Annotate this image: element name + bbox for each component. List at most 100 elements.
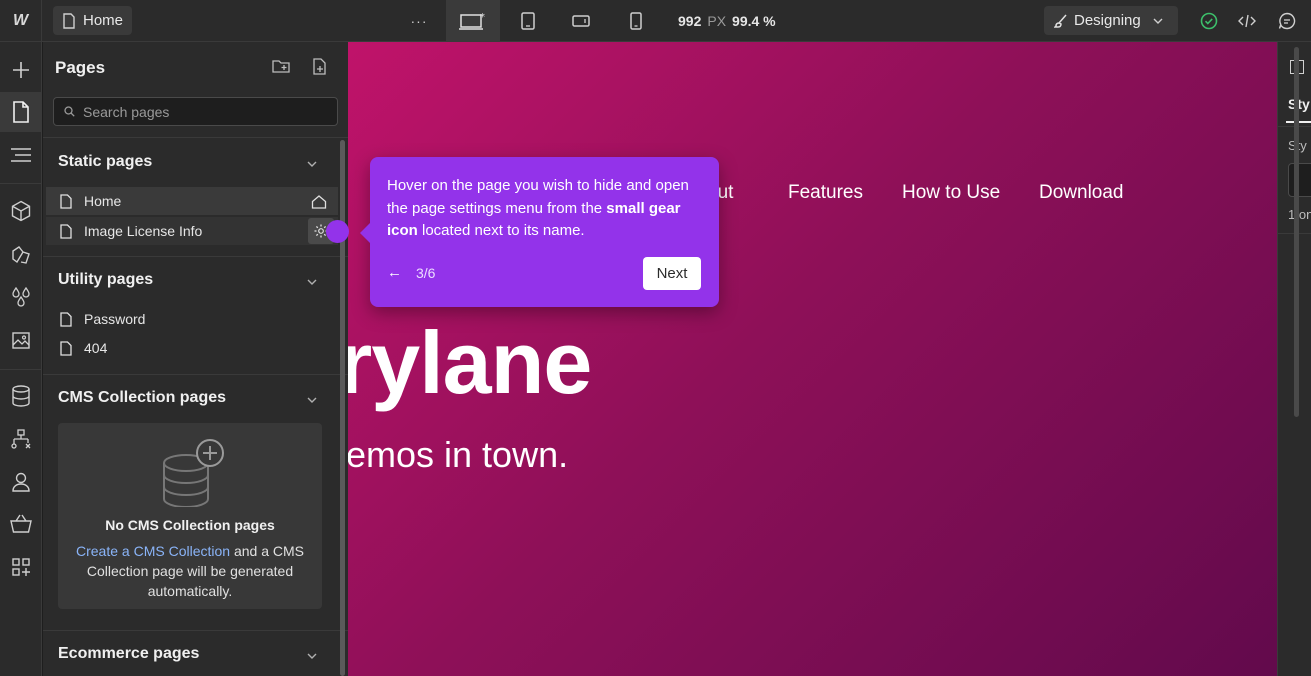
cms-button[interactable] — [0, 376, 42, 416]
new-folder-button[interactable] — [272, 58, 290, 79]
current-page-button[interactable]: Home — [53, 6, 133, 35]
basket-icon — [10, 514, 32, 533]
section-divider — [43, 256, 348, 257]
utility-pages-heading[interactable]: Utility pages — [58, 271, 153, 289]
section-divider — [43, 137, 348, 138]
zoom-level: 99.4 % — [732, 13, 776, 29]
user-icon — [12, 472, 30, 492]
plus-icon — [13, 62, 29, 78]
nav-link-features[interactable]: Features — [788, 182, 863, 204]
new-page-button[interactable] — [312, 58, 328, 81]
back-arrow-icon[interactable]: ← — [387, 264, 402, 281]
page-icon — [60, 193, 72, 209]
breakpoint-mobile-portrait[interactable] — [624, 0, 648, 42]
publish-status-icon[interactable] — [1197, 0, 1221, 42]
code-icon — [1238, 14, 1256, 28]
page-item-label: Image License Info — [84, 223, 203, 239]
navigator-icon — [11, 148, 31, 162]
page-item-404[interactable]: 404 — [46, 334, 338, 362]
search-pages-field[interactable] — [53, 97, 338, 126]
next-button[interactable]: Next — [643, 257, 701, 290]
hero-subtitle[interactable]: emos in town. — [348, 434, 568, 476]
more-options-button[interactable]: ··· — [404, 0, 434, 42]
add-elements-button[interactable] — [0, 50, 42, 90]
code-view-button[interactable] — [1235, 0, 1259, 42]
components-button[interactable] — [0, 191, 42, 231]
logic-button[interactable] — [0, 419, 42, 459]
chevron-down-icon[interactable] — [307, 648, 317, 662]
assets-button[interactable] — [0, 320, 42, 360]
nav-link-how-to-use[interactable]: How to Use — [902, 182, 1000, 204]
cms-empty-state: No CMS Collection pages Create a CMS Col… — [58, 423, 322, 609]
ecommerce-button[interactable] — [0, 504, 42, 544]
database-icon — [12, 385, 30, 407]
brush-icon — [1054, 14, 1067, 28]
mode-label: Designing — [1074, 12, 1141, 29]
variables-icon — [12, 246, 30, 264]
canvas-size-readout: 992 PX 99.4 % — [678, 0, 776, 42]
mobile-portrait-icon — [630, 12, 642, 30]
breakpoint-tablet[interactable] — [515, 0, 541, 42]
hero-title[interactable]: rylane — [348, 312, 592, 414]
logic-flow-icon — [11, 429, 31, 449]
ecommerce-pages-heading[interactable]: Ecommerce pages — [58, 645, 199, 663]
cms-empty-title: No CMS Collection pages — [105, 517, 275, 533]
toolbar-divider — [0, 369, 42, 370]
chevron-down-icon[interactable] — [307, 156, 317, 170]
mode-dropdown[interactable]: Designing — [1044, 6, 1178, 35]
selector-field[interactable] — [1288, 163, 1311, 197]
page-item-password[interactable]: Password — [46, 305, 338, 333]
toolbar-divider — [0, 183, 42, 184]
droplets-icon — [12, 286, 30, 307]
selector-count: 1 on — [1288, 207, 1311, 222]
canvas-width-unit: PX — [707, 13, 727, 29]
apps-icon — [12, 558, 30, 576]
cms-pages-heading[interactable]: CMS Collection pages — [58, 389, 226, 407]
page-item-label: Password — [84, 311, 146, 327]
page-item-image-license-info[interactable]: Image License Info — [46, 217, 338, 245]
chevron-down-icon[interactable] — [307, 392, 317, 406]
more-icon: ··· — [410, 13, 428, 29]
section-divider — [43, 374, 348, 375]
page-item-label: 404 — [84, 340, 108, 356]
nav-link-download[interactable]: Download — [1039, 182, 1124, 204]
webflow-logo[interactable]: W — [0, 0, 42, 42]
page-icon — [60, 340, 72, 356]
search-pages-input[interactable] — [83, 103, 323, 120]
page-icon — [60, 223, 72, 239]
users-button[interactable] — [0, 462, 42, 502]
navigator-button[interactable] — [0, 135, 42, 175]
tour-beacon — [326, 220, 349, 243]
chevron-down-icon[interactable] — [307, 274, 317, 288]
cube-icon — [11, 200, 31, 222]
breakpoint-mobile-landscape[interactable] — [568, 0, 594, 42]
chevron-down-icon — [1153, 18, 1163, 24]
variables-button[interactable] — [0, 234, 42, 274]
design-canvas[interactable]: out Features How to Use Download rylane … — [348, 42, 1277, 676]
site-logo-fragment — [348, 182, 370, 212]
mobile-landscape-icon — [572, 15, 590, 27]
home-icon — [308, 191, 330, 213]
tour-step-counter: 3/6 — [416, 265, 436, 281]
current-page-label: Home — [83, 12, 124, 29]
comments-button[interactable] — [1275, 0, 1299, 42]
pages-button[interactable] — [0, 92, 42, 132]
right-panel-scrollbar[interactable] — [1294, 47, 1299, 417]
panel-title: Pages — [55, 58, 106, 77]
left-toolbar — [0, 42, 42, 676]
section-divider — [43, 630, 348, 631]
page-icon — [13, 101, 29, 123]
top-toolbar: W Home ··· * 992 PX 99.4 % Designing — [0, 0, 1311, 42]
tooltip-text-part: located next to its name. — [417, 222, 585, 239]
page-icon — [63, 12, 75, 29]
canvas-width: 992 — [678, 13, 702, 29]
page-item-home[interactable]: Home — [46, 187, 338, 215]
style-selectors-button[interactable] — [0, 277, 42, 317]
create-cms-collection-link[interactable]: Create a CMS Collection — [76, 543, 230, 559]
static-pages-heading[interactable]: Static pages — [58, 153, 152, 171]
pages-panel: Pages Static pages Home Image License In… — [43, 42, 348, 676]
image-icon — [12, 332, 30, 349]
tooltip-text: Hover on the page you wish to hide and o… — [387, 175, 707, 243]
apps-button[interactable] — [0, 547, 42, 587]
breakpoint-desktop-base[interactable]: * — [446, 0, 500, 42]
